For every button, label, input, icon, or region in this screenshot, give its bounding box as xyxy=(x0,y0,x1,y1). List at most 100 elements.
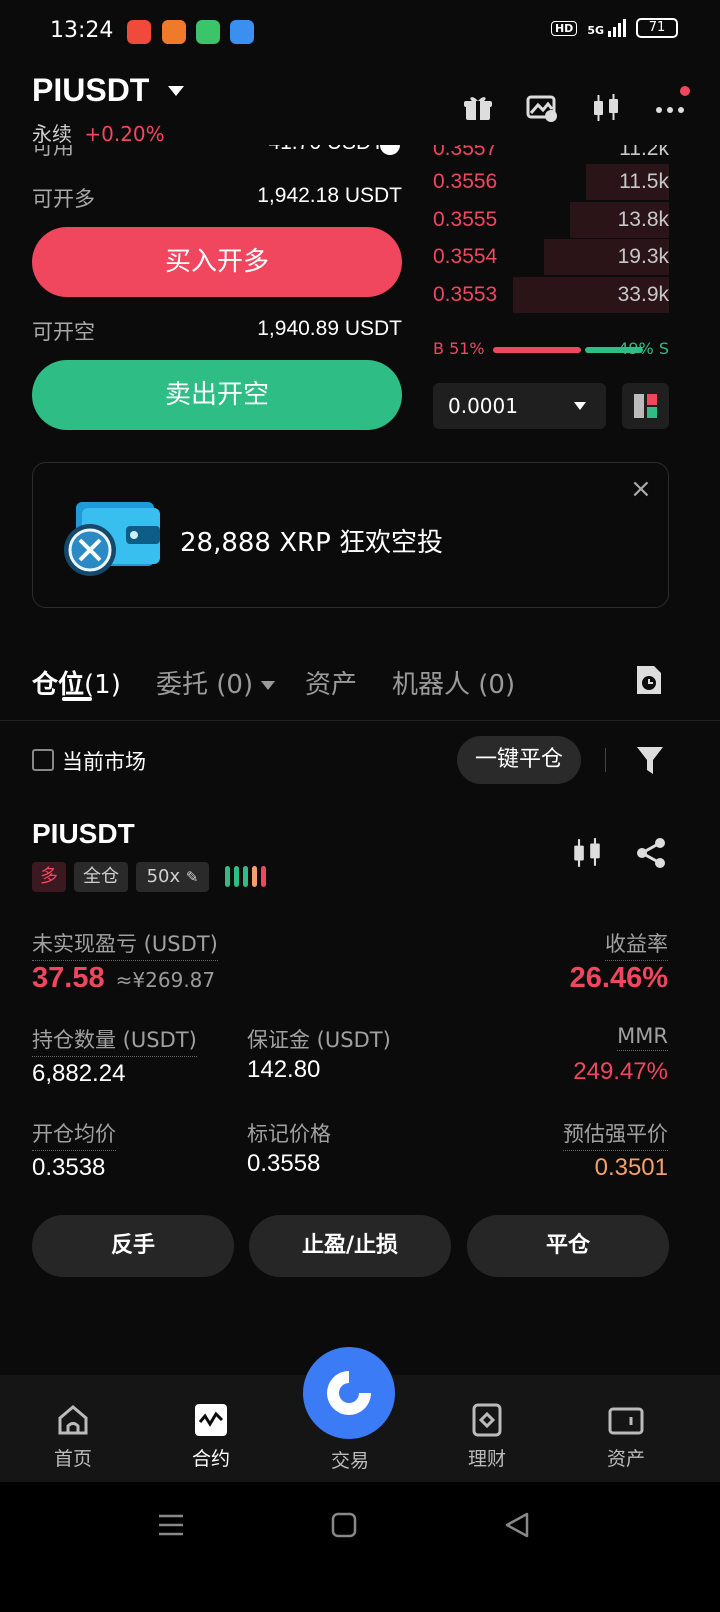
risk-level-indicator xyxy=(225,866,266,887)
ask-price: 0.3553 xyxy=(433,282,498,306)
layout-icon xyxy=(634,394,657,418)
buy-sell-ratio: B 51% 49% S xyxy=(433,339,669,361)
ask-price: 0.3556 xyxy=(433,170,498,193)
price-change: +0.20% xyxy=(84,122,165,146)
candlestick-icon[interactable] xyxy=(570,836,604,870)
sell-short-button[interactable]: 卖出开空 xyxy=(32,360,402,430)
tab-assets[interactable]: 资产 xyxy=(305,664,357,701)
entry-price-value: 0.3538 xyxy=(32,1154,106,1181)
sell-ratio: 49% S xyxy=(618,339,669,358)
nav-contract[interactable]: 合约 xyxy=(171,1402,251,1471)
entry-price-label[interactable]: 开仓均价 xyxy=(32,1118,116,1151)
ask-size: 19.3k xyxy=(617,245,669,268)
ask-size: 11.5k xyxy=(619,170,669,193)
hd-icon: HD xyxy=(550,20,578,36)
home-icon xyxy=(58,1405,88,1435)
trade-icon xyxy=(327,1371,371,1415)
precision-select[interactable]: 0.0001 xyxy=(433,383,606,429)
tab-active-indicator xyxy=(62,697,92,701)
symbol-selector[interactable]: PIUSDT xyxy=(32,72,149,109)
image-chart-icon[interactable] xyxy=(526,92,558,124)
pnl-cny: ≈¥269.87 xyxy=(115,968,216,992)
candlestick-icon[interactable] xyxy=(590,92,622,124)
filter-icon[interactable] xyxy=(636,744,664,776)
gift-icon[interactable] xyxy=(462,92,494,124)
reverse-button[interactable]: 反手 xyxy=(32,1215,234,1277)
current-market-checkbox[interactable] xyxy=(32,749,54,771)
nav-home[interactable]: 首页 xyxy=(33,1402,113,1471)
can-long-value: 1,942.18 USDT xyxy=(257,184,402,207)
contract-type: 永续 xyxy=(32,122,72,146)
available-value: 41.76 USDT xyxy=(268,145,384,155)
earn-icon xyxy=(472,1403,502,1437)
back-icon[interactable] xyxy=(504,1511,530,1539)
xrp-wallet-icon xyxy=(62,496,162,578)
contract-subtitle: 永续 +0.20% xyxy=(32,118,165,147)
orderbook-ask-row[interactable]: 0.3554 19.3k xyxy=(433,239,669,275)
browser-app-icon xyxy=(230,20,254,44)
history-icon[interactable] xyxy=(634,664,664,696)
buy-ratio-bar xyxy=(493,347,581,353)
contract-icon xyxy=(195,1404,227,1436)
mark-price-label: 标记价格 xyxy=(247,1122,331,1146)
home-button-icon[interactable] xyxy=(331,1512,357,1538)
ask-price: 0.3554 xyxy=(433,245,498,268)
orderbook-ask-row[interactable]: 0.3556 11.5k xyxy=(433,164,669,200)
can-long-label: 可开多 xyxy=(32,187,95,211)
close-icon[interactable]: × xyxy=(630,474,652,504)
trade-fab[interactable] xyxy=(303,1347,395,1439)
orderbook-ask-row[interactable]: 0.3553 33.9k xyxy=(433,276,669,313)
tab-bots[interactable]: 机器人 (0) xyxy=(392,664,515,701)
size-value: 6,882.24 xyxy=(32,1060,126,1087)
pnl-value: 37.58 xyxy=(32,962,105,994)
buy-ratio: B 51% xyxy=(433,339,485,358)
position-symbol[interactable]: PIUSDT xyxy=(32,818,135,850)
close-all-button[interactable]: 一键平仓 xyxy=(457,736,581,784)
liquidation-price-value: 0.3501 xyxy=(594,1154,668,1181)
message-app-icon xyxy=(196,20,220,44)
header-actions xyxy=(462,86,690,124)
menu-icon[interactable] xyxy=(158,1512,184,1538)
orderbook-layout-button[interactable] xyxy=(622,383,669,429)
status-indicators: HD 5G 71 xyxy=(550,18,678,38)
size-label[interactable]: 持仓数量 (USDT) xyxy=(32,1024,197,1057)
close-position-button[interactable]: 平仓 xyxy=(467,1215,669,1277)
mmr-label[interactable]: MMR xyxy=(617,1024,668,1051)
can-short-label: 可开空 xyxy=(32,320,95,344)
orderbook-ask-row[interactable]: 0.3555 13.8k xyxy=(433,201,669,238)
roe-label[interactable]: 收益率 xyxy=(605,928,668,961)
can-short-value: 1,940.89 USDT xyxy=(257,317,402,340)
margin-value: 142.80 xyxy=(247,1056,321,1083)
roe-value: 26.46% xyxy=(569,962,668,994)
game-app-icon xyxy=(162,20,186,44)
side-badge: 多 xyxy=(32,862,66,892)
wallet-icon xyxy=(608,1407,644,1435)
liquidation-price-label[interactable]: 预估强平价 xyxy=(563,1118,668,1151)
ask-price: 0.3555 xyxy=(433,207,498,231)
nav-earn[interactable]: 理财 xyxy=(447,1402,527,1471)
nav-assets[interactable]: 资产 xyxy=(586,1402,666,1471)
buy-long-button[interactable]: 买入开多 xyxy=(32,227,402,297)
unrealized-pnl-label[interactable]: 未实现盈亏 (USDT) xyxy=(32,928,218,961)
chevron-down-icon xyxy=(574,402,586,410)
more-icon[interactable] xyxy=(654,86,690,124)
ask-size: 13.8k xyxy=(617,207,669,231)
chevron-down-icon[interactable] xyxy=(168,86,184,96)
edit-icon: ✎ xyxy=(185,868,199,886)
available-label: 可用 xyxy=(32,145,74,159)
tpsl-button[interactable]: 止盈/止损 xyxy=(249,1215,451,1277)
leverage-badge[interactable]: 50x ✎ xyxy=(136,862,209,892)
signal-icon: 5G xyxy=(587,19,626,37)
precision-value: 0.0001 xyxy=(448,394,518,418)
video-app-icon xyxy=(127,20,151,44)
margin-label: 保证金 (USDT) xyxy=(247,1028,391,1052)
tab-positions[interactable]: 仓位(1) xyxy=(32,664,121,701)
share-icon[interactable] xyxy=(634,836,668,870)
notification-dot xyxy=(680,86,690,96)
tab-orders[interactable]: 委托 (0) xyxy=(156,664,276,701)
unrealized-pnl: 37.58 ≈¥269.87 xyxy=(32,962,215,995)
divider xyxy=(605,748,606,772)
nav-trade-label: 交易 xyxy=(330,1450,369,1472)
banner-text: 28,888 XRP 狂欢空投 xyxy=(180,528,444,558)
mmr-value: 249.47% xyxy=(573,1058,668,1085)
